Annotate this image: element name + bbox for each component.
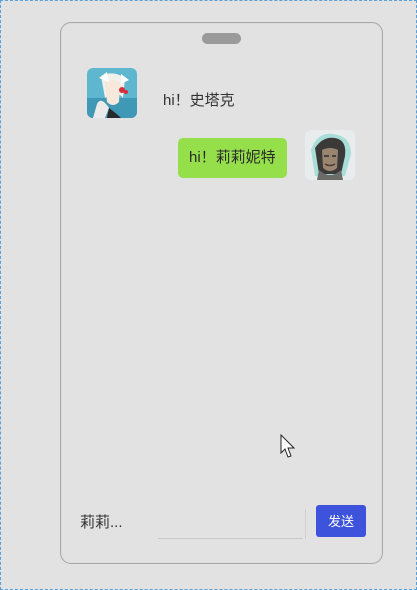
white-haired-girl-avatar[interactable]	[87, 68, 137, 118]
phone-notch	[202, 33, 241, 44]
mouse-cursor-icon	[280, 433, 296, 465]
dark-haired-man-avatar[interactable]	[305, 130, 355, 180]
input-underline	[158, 538, 303, 539]
send-button[interactable]: 发送	[316, 505, 366, 537]
input-divider	[305, 509, 306, 539]
message-bubble-right: hi！莉莉妮特	[178, 138, 287, 178]
message-input[interactable]: 莉莉...	[80, 511, 123, 532]
message-text-left: hi！史塔克	[163, 92, 235, 109]
chat-window: hi！史塔克 hi！莉莉妮特 莉莉... 发送	[60, 22, 383, 564]
